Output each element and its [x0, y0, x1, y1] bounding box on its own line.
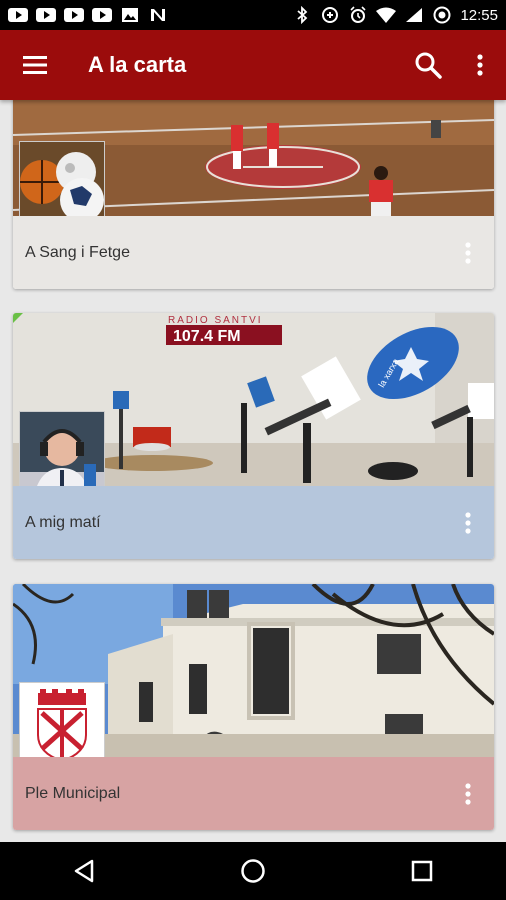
bluetooth-icon	[292, 6, 312, 24]
program-thumbnail	[19, 411, 105, 497]
back-button[interactable]	[54, 842, 114, 900]
presenter-headphones-photo	[20, 412, 104, 496]
do-not-disturb-icon	[432, 6, 452, 24]
card-footer: A Sang i Fetge	[13, 216, 494, 289]
overflow-menu-button[interactable]	[454, 30, 506, 100]
more-vert-icon	[465, 511, 471, 534]
home-button[interactable]	[223, 842, 283, 900]
n-app-icon	[148, 7, 168, 23]
program-list[interactable]: A Sang i Fetge RADIO SANTVI 107.4 FM la …	[0, 100, 506, 842]
image-icon	[120, 7, 140, 23]
program-thumbnail	[19, 141, 105, 227]
status-bar: 12:55	[0, 0, 506, 30]
program-title: A mig matí	[25, 513, 101, 531]
app-bar: A la carta	[0, 30, 506, 100]
home-icon	[241, 859, 265, 883]
wifi-icon	[376, 7, 397, 23]
youtube-icon	[92, 7, 112, 23]
youtube-icon	[64, 7, 84, 23]
clock-time: 12:55	[460, 6, 498, 24]
card-menu-button[interactable]	[456, 233, 480, 273]
card-footer: Ple Municipal	[13, 757, 494, 830]
more-vert-icon	[465, 241, 471, 264]
program-card-a-mig-mati[interactable]: RADIO SANTVI 107.4 FM la xarxa A mig mat…	[13, 313, 494, 559]
youtube-icon	[36, 7, 56, 23]
program-title: Ple Municipal	[25, 784, 121, 802]
recents-button[interactable]	[392, 842, 452, 900]
frequency-sign-text: 107.4 FM	[173, 328, 241, 345]
card-menu-button[interactable]	[456, 774, 480, 814]
studio-sign-text: RADIO SANTVI	[168, 315, 263, 326]
card-menu-button[interactable]	[456, 503, 480, 543]
more-vert-icon	[477, 54, 483, 76]
search-icon	[415, 52, 442, 79]
program-card-ple-municipal[interactable]: Ple Municipal	[13, 584, 494, 830]
search-button[interactable]	[402, 30, 454, 100]
alarm-icon	[348, 6, 368, 23]
card-footer: A mig matí	[13, 486, 494, 559]
back-icon	[75, 859, 94, 883]
sports-balls-photo	[20, 142, 104, 226]
municipal-coat-of-arms	[20, 683, 104, 767]
program-card-a-sang-i-fetge[interactable]: A Sang i Fetge	[13, 100, 494, 289]
menu-button[interactable]	[0, 30, 70, 100]
navigation-bar	[0, 842, 506, 900]
recents-icon	[411, 860, 432, 882]
system-icons: 12:55	[292, 6, 498, 24]
signal-icon	[404, 7, 424, 23]
program-thumbnail	[19, 682, 105, 768]
youtube-icon	[8, 7, 28, 23]
program-title: A Sang i Fetge	[25, 243, 130, 261]
data-saver-icon	[320, 7, 340, 23]
page-title: A la carta	[88, 52, 187, 77]
menu-icon	[23, 56, 47, 74]
notification-icons	[8, 7, 168, 23]
more-vert-icon	[465, 782, 471, 805]
